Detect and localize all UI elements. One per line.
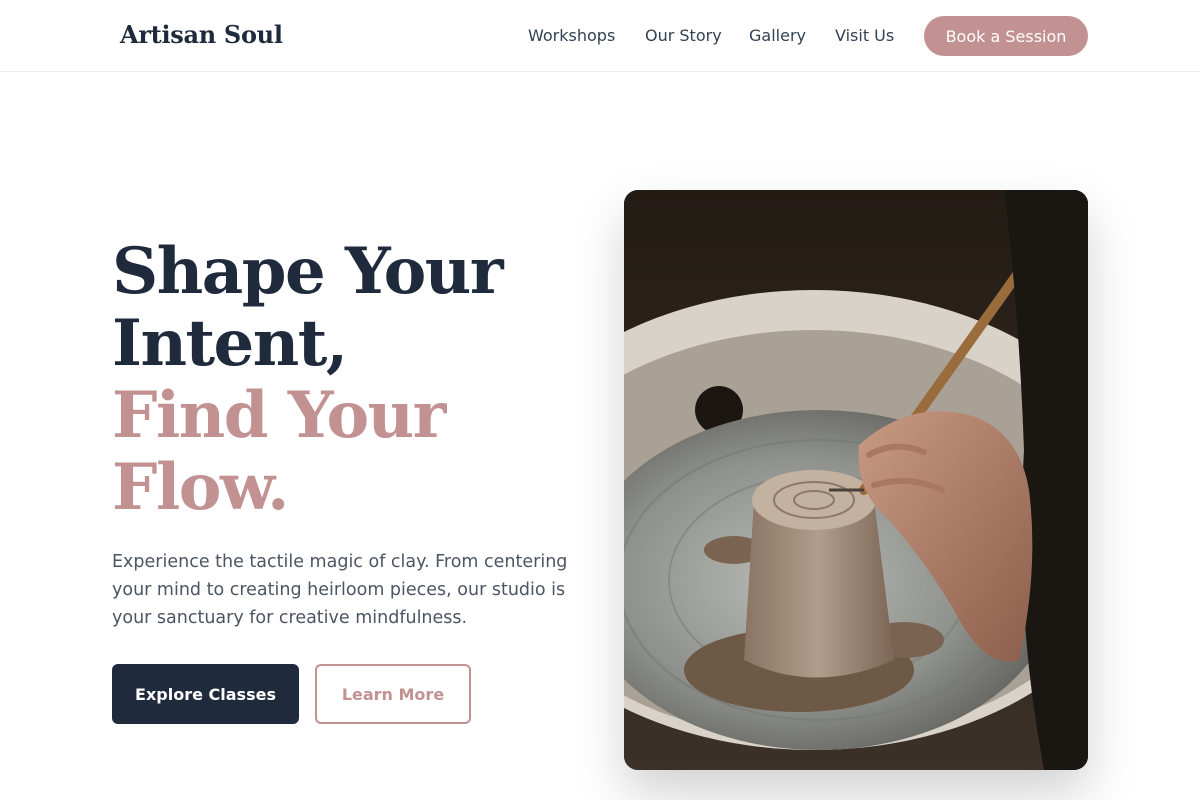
site-header: Artisan Soul Workshops Our Story Gallery… [0,0,1200,72]
explore-classes-button[interactable]: Explore Classes [112,664,299,724]
pottery-wheel-image [624,190,1088,770]
site-logo[interactable]: Artisan Soul [120,20,283,49]
headline-line-1: Shape Your [112,234,504,309]
nav-link-our-story[interactable]: Our Story [645,26,722,45]
nav-link-visit-us[interactable]: Visit Us [835,26,894,45]
hero-headline: Shape Your Intent, Find Your Flow. [112,236,582,524]
book-session-button[interactable]: Book a Session [924,16,1088,56]
hero-description: Experience the tactile magic of clay. Fr… [112,552,568,628]
nav-link-workshops[interactable]: Workshops [528,26,615,45]
headline-line-2: Intent, [112,306,348,381]
headline-line-3: Find Your [112,378,446,453]
headline-line-4: Flow. [112,450,289,525]
nav-link-gallery[interactable]: Gallery [749,26,806,45]
learn-more-button[interactable]: Learn More [315,664,471,724]
